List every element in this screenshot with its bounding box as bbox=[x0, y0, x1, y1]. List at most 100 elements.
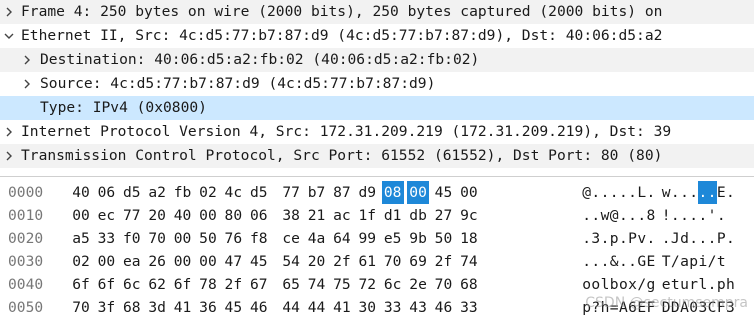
hex-byte[interactable]: 64 bbox=[331, 227, 353, 250]
hex-byte[interactable]: 70 bbox=[432, 273, 454, 296]
hex-byte[interactable]: 45 bbox=[222, 296, 244, 315]
ascii-char[interactable]: e bbox=[662, 273, 671, 296]
hex-byte[interactable]: 2f bbox=[331, 250, 353, 273]
hex-row[interactable]: 00300200ea260000474554202f6170692f74...&… bbox=[0, 250, 754, 273]
ascii-char[interactable]: h bbox=[726, 273, 735, 296]
ascii-char[interactable]: / bbox=[637, 273, 646, 296]
hex-byte[interactable]: 02 bbox=[197, 181, 219, 204]
tree-item[interactable]: Destination: 40:06:d5:a2:fb:02 (40:06:d5… bbox=[0, 48, 754, 72]
hex-byte[interactable]: 33 bbox=[95, 227, 117, 250]
hex-byte[interactable]: 3d bbox=[146, 296, 168, 315]
hex-row[interactable]: 0020a533f070005076f8ce4a6499e59b5018.3.p… bbox=[0, 227, 754, 250]
hex-byte[interactable]: 2f bbox=[432, 250, 454, 273]
ascii-char[interactable]: t bbox=[671, 273, 680, 296]
hex-byte[interactable]: 61 bbox=[356, 250, 378, 273]
ascii-char[interactable]: . bbox=[619, 204, 628, 227]
ascii-char[interactable]: . bbox=[619, 250, 628, 273]
chevron-right-icon[interactable] bbox=[20, 72, 34, 96]
ascii-char[interactable]: . bbox=[600, 250, 609, 273]
ascii-char[interactable]: . bbox=[628, 250, 637, 273]
ascii-char[interactable]: . bbox=[680, 181, 689, 204]
tree-item[interactable]: Ethernet II, Src: 4c:d5:77:b7:87:d9 (4c:… bbox=[0, 24, 754, 48]
ascii-char[interactable]: . bbox=[637, 204, 646, 227]
hex-byte[interactable]: 4c bbox=[222, 181, 244, 204]
tree-item[interactable]: Transmission Control Protocol, Src Port:… bbox=[0, 144, 754, 168]
hex-byte[interactable]: 41 bbox=[172, 296, 194, 315]
chevron-right-icon[interactable] bbox=[2, 0, 16, 24]
hex-byte[interactable]: 4a bbox=[306, 227, 328, 250]
hex-byte[interactable]: 67 bbox=[248, 273, 270, 296]
ascii-char[interactable]: . bbox=[646, 181, 655, 204]
hex-byte[interactable]: 77 bbox=[121, 204, 143, 227]
ascii-char[interactable]: . bbox=[707, 273, 716, 296]
hex-byte[interactable]: 18 bbox=[458, 227, 480, 250]
hex-byte[interactable]: ac bbox=[331, 204, 353, 227]
hex-byte[interactable]: 40 bbox=[172, 204, 194, 227]
hex-byte[interactable]: 08 bbox=[382, 181, 404, 204]
hex-byte[interactable]: 87 bbox=[331, 181, 353, 204]
ascii-char[interactable]: w bbox=[600, 204, 609, 227]
hex-byte[interactable]: 6f bbox=[95, 273, 117, 296]
ascii-char[interactable]: . bbox=[698, 204, 707, 227]
hex-byte[interactable]: 44 bbox=[306, 296, 328, 315]
ascii-char[interactable]: . bbox=[698, 181, 707, 204]
hex-byte[interactable]: 00 bbox=[172, 250, 194, 273]
hex-byte[interactable]: 76 bbox=[222, 227, 244, 250]
hex-byte[interactable]: 43 bbox=[407, 296, 429, 315]
chevron-right-icon[interactable] bbox=[2, 144, 16, 168]
hex-byte[interactable]: 21 bbox=[306, 204, 328, 227]
hex-byte[interactable]: 70 bbox=[70, 296, 92, 315]
hex-byte[interactable]: 2e bbox=[407, 273, 429, 296]
ascii-char[interactable]: . bbox=[610, 181, 619, 204]
ascii-char[interactable]: x bbox=[628, 273, 637, 296]
ascii-char[interactable]: P bbox=[628, 227, 637, 250]
hex-byte[interactable]: a5 bbox=[70, 227, 92, 250]
ascii-char[interactable]: . bbox=[646, 227, 655, 250]
ascii-char[interactable]: . bbox=[619, 181, 628, 204]
ascii-char[interactable]: p bbox=[717, 273, 726, 296]
ascii-char[interactable]: l bbox=[698, 273, 707, 296]
hex-byte[interactable]: 74 bbox=[306, 273, 328, 296]
hex-byte[interactable]: 1f bbox=[356, 204, 378, 227]
hex-byte[interactable]: 30 bbox=[356, 296, 378, 315]
hex-byte[interactable]: d5 bbox=[121, 181, 143, 204]
ascii-char[interactable]: . bbox=[707, 181, 716, 204]
hex-row[interactable]: 00004006d5a2fb024cd577b787d908004500@...… bbox=[0, 181, 754, 204]
ascii-char[interactable]: . bbox=[582, 204, 591, 227]
hex-byte[interactable]: 70 bbox=[146, 227, 168, 250]
ascii-char[interactable]: . bbox=[628, 204, 637, 227]
ascii-char[interactable]: p bbox=[689, 250, 698, 273]
hex-byte[interactable]: 62 bbox=[146, 273, 168, 296]
hex-byte[interactable]: 70 bbox=[382, 250, 404, 273]
hex-byte[interactable]: 68 bbox=[458, 273, 480, 296]
hex-byte[interactable]: a2 bbox=[146, 181, 168, 204]
hex-byte[interactable]: 26 bbox=[146, 250, 168, 273]
hex-byte[interactable]: db bbox=[407, 204, 429, 227]
hex-byte[interactable]: 6c bbox=[121, 273, 143, 296]
ascii-char[interactable]: 8 bbox=[646, 204, 655, 227]
hex-byte[interactable]: f0 bbox=[121, 227, 143, 250]
hex-byte[interactable]: e5 bbox=[382, 227, 404, 250]
hex-byte[interactable]: 02 bbox=[70, 250, 92, 273]
hex-byte[interactable]: 20 bbox=[146, 204, 168, 227]
hex-byte[interactable]: 44 bbox=[280, 296, 302, 315]
hex-byte[interactable]: 27 bbox=[432, 204, 454, 227]
ascii-char[interactable]: @ bbox=[610, 204, 619, 227]
ascii-char[interactable]: . bbox=[689, 227, 698, 250]
hex-byte[interactable]: 54 bbox=[280, 250, 302, 273]
hex-byte[interactable]: 78 bbox=[197, 273, 219, 296]
hex-byte[interactable]: 00 bbox=[197, 250, 219, 273]
tree-item-selected[interactable]: Type: IPv4 (0x0800) bbox=[0, 96, 754, 120]
hex-byte[interactable]: 06 bbox=[95, 181, 117, 204]
hex-byte[interactable]: ea bbox=[121, 250, 143, 273]
ascii-char[interactable]: E bbox=[717, 181, 726, 204]
chevron-down-icon[interactable] bbox=[2, 24, 16, 48]
ascii-char[interactable]: . bbox=[591, 204, 600, 227]
ascii-char[interactable]: . bbox=[689, 204, 698, 227]
tree-item[interactable]: Source: 4c:d5:77:b7:87:d9 (4c:d5:77:b7:8… bbox=[0, 72, 754, 96]
ascii-char[interactable]: o bbox=[591, 273, 600, 296]
ascii-char[interactable]: p bbox=[610, 227, 619, 250]
ascii-char[interactable]: l bbox=[600, 273, 609, 296]
hex-byte[interactable]: 75 bbox=[331, 273, 353, 296]
ascii-char[interactable]: r bbox=[689, 273, 698, 296]
